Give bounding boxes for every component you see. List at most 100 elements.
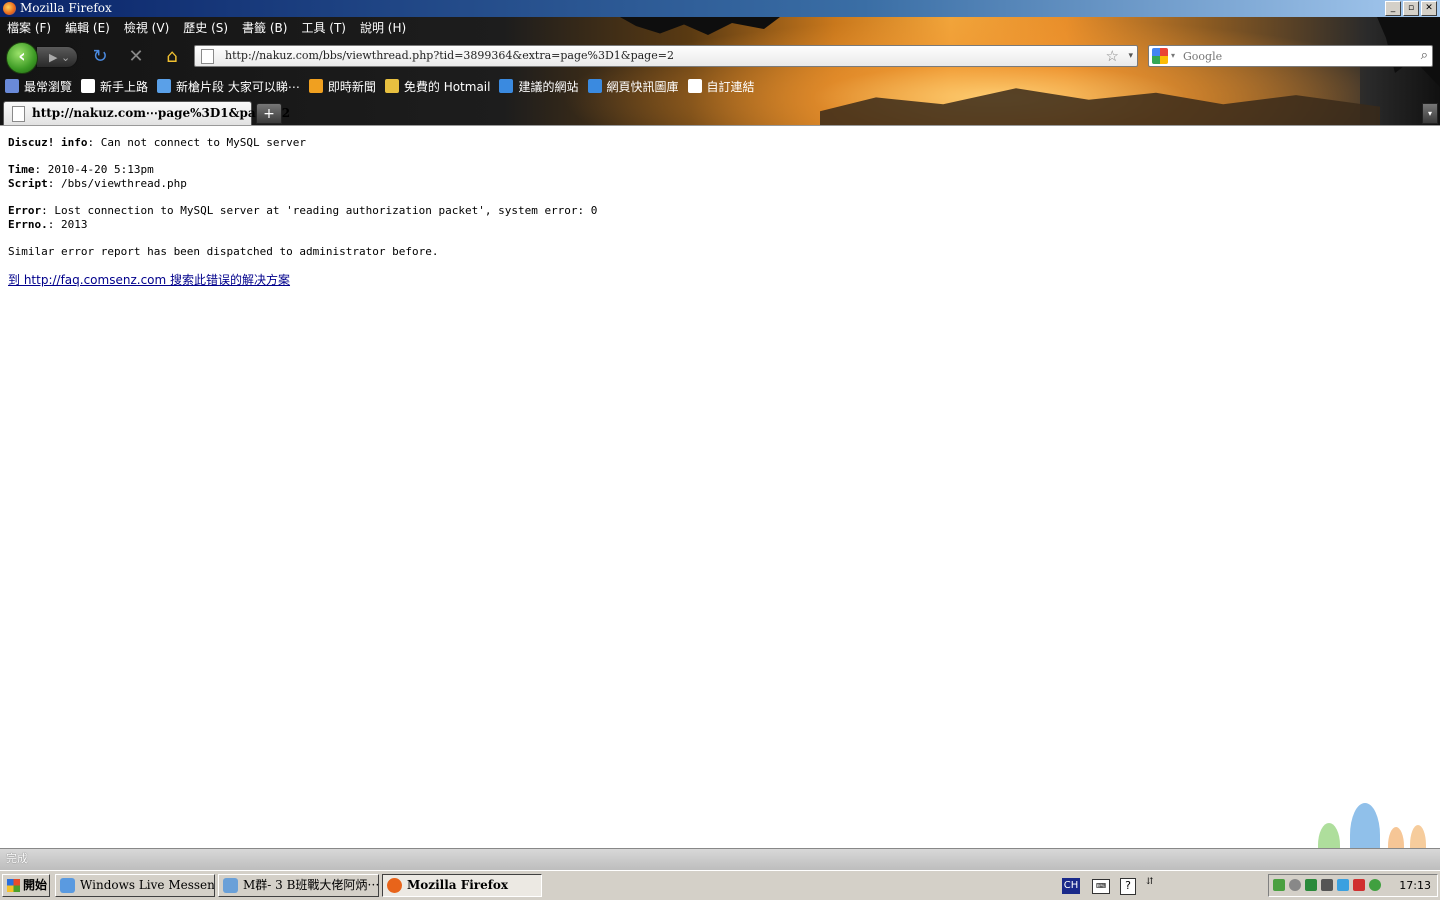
bookmark-suggested-sites[interactable]: 建議的網站 bbox=[499, 78, 579, 95]
tab-active[interactable]: http://nakuz.com⋯page%3D1&page=2 bbox=[3, 101, 290, 125]
firefox-icon bbox=[3, 2, 16, 15]
window-controls: _ ▫ ✕ bbox=[1385, 1, 1437, 16]
messenger-tray-icon[interactable] bbox=[1337, 879, 1349, 891]
bookmark-star-icon[interactable]: ☆ bbox=[1106, 46, 1119, 66]
menu-history[interactable]: 歷史 (S) bbox=[176, 17, 235, 39]
volume-icon[interactable] bbox=[1321, 879, 1333, 891]
bookmark-label: 建議的網站 bbox=[518, 79, 579, 94]
search-icon[interactable]: ⌕ bbox=[1421, 46, 1428, 66]
back-button[interactable]: ‹ bbox=[6, 42, 38, 74]
taskbar-item-label: Mozilla Firefox bbox=[407, 878, 509, 892]
error-line: Error: Lost connection to MySQL server a… bbox=[8, 204, 597, 217]
language-indicator[interactable]: CH bbox=[1062, 878, 1080, 894]
start-label: 開始 bbox=[23, 878, 48, 892]
new-tab-button[interactable]: + bbox=[256, 103, 282, 124]
bookmark-hotmail[interactable]: 免費的 Hotmail bbox=[384, 78, 491, 95]
windows-logo-icon bbox=[7, 879, 20, 892]
menu-edit[interactable]: 編輯 (E) bbox=[58, 17, 117, 39]
bookmark-label: 自訂連結 bbox=[706, 79, 755, 94]
messenger-icon bbox=[60, 878, 75, 893]
network-icon[interactable] bbox=[1273, 879, 1285, 891]
status-bar: 完成 bbox=[0, 848, 1440, 870]
menu-file[interactable]: 檔案 (F) bbox=[0, 17, 58, 39]
time-value: : 2010-4-20 5:13pm bbox=[34, 163, 154, 176]
url-dropdown-icon[interactable]: ▾ bbox=[1128, 46, 1133, 66]
reload-icon[interactable]: ↻ bbox=[88, 45, 112, 69]
dispatch-note: Similar error report has been dispatched… bbox=[8, 245, 439, 258]
url-text: http://nakuz.com/bbs/viewthread.php?tid=… bbox=[225, 49, 674, 62]
taskbar-item-label: M群- 3 B班戰大佬阿炳⋯ bbox=[243, 878, 379, 892]
url-bar[interactable]: http://nakuz.com/bbs/viewthread.php?tid=… bbox=[194, 45, 1138, 67]
time-line: Time: 2010-4-20 5:13pm bbox=[8, 163, 154, 176]
menu-bookmarks[interactable]: 書籤 (B) bbox=[235, 17, 294, 39]
search-input[interactable] bbox=[1183, 47, 1403, 65]
update-icon[interactable] bbox=[1289, 879, 1301, 891]
ie-icon bbox=[499, 79, 514, 93]
keyboard-icon[interactable]: ⌨ bbox=[1092, 879, 1110, 894]
forward-button[interactable]: ▶ ⌄ bbox=[36, 46, 78, 68]
home-icon[interactable]: ⌂ bbox=[160, 45, 184, 69]
page-icon bbox=[201, 49, 214, 64]
tray-options-icon[interactable]: ⇵ bbox=[1146, 877, 1154, 887]
tab-strip: http://nakuz.com⋯page%3D1&page=2 + ▾ bbox=[0, 99, 1440, 125]
errno-value: : 2013 bbox=[47, 218, 88, 231]
page-icon bbox=[12, 106, 25, 122]
link-icon bbox=[157, 79, 172, 93]
page-icon bbox=[81, 79, 96, 93]
ie-icon bbox=[587, 79, 602, 93]
menu-help[interactable]: 說明 (H) bbox=[353, 17, 413, 39]
title-bar: Mozilla Firefox _ ▫ ✕ bbox=[0, 0, 1440, 17]
taskbar-item-firefox[interactable]: Mozilla Firefox bbox=[382, 874, 542, 897]
bookmarks-toolbar: 最常瀏覽 新手上路 新槍片段 大家可以睇⋯ 即時新聞 免費的 Hotmail 建… bbox=[0, 75, 759, 97]
taskbar-item-label: Windows Live Messenger bbox=[80, 878, 215, 892]
system-tray: 17:13 bbox=[1268, 874, 1438, 897]
google-engine-icon[interactable] bbox=[1152, 48, 1168, 64]
taskbar-item-messenger[interactable]: Windows Live Messenger bbox=[55, 874, 215, 897]
menu-tools[interactable]: 工具 (T) bbox=[294, 17, 353, 39]
script-label: Script bbox=[8, 177, 48, 190]
error-value: : Lost connection to MySQL server at 're… bbox=[41, 204, 598, 217]
status-text: 完成 bbox=[6, 852, 28, 865]
script-line: Script: /bbs/viewthread.php bbox=[8, 177, 187, 190]
faq-link[interactable]: 到 http://faq.comsenz.com 搜索此错误的解决方案 bbox=[8, 273, 290, 287]
antivirus-icon[interactable] bbox=[1305, 879, 1317, 891]
minimize-button[interactable]: _ bbox=[1385, 1, 1401, 16]
tab-list-button[interactable]: ▾ bbox=[1422, 103, 1438, 124]
start-button[interactable]: 開始 bbox=[2, 874, 50, 897]
errno-label: Errno. bbox=[8, 218, 48, 231]
page-icon bbox=[687, 79, 702, 93]
clock[interactable]: 17:13 bbox=[1399, 875, 1431, 896]
script-value: : /bbs/viewthread.php bbox=[47, 177, 187, 190]
taskbar-item-chat[interactable]: M群- 3 B班戰大佬阿炳⋯ bbox=[218, 874, 379, 897]
menu-bar: 檔案 (F) 編輯 (E) 檢視 (V) 歷史 (S) 書籤 (B) 工具 (T… bbox=[0, 17, 413, 39]
bookmark-label: 新槍片段 大家可以睇⋯ bbox=[176, 79, 300, 94]
time-label: Time bbox=[8, 163, 35, 176]
bookmark-custom-links[interactable]: 自訂連結 bbox=[687, 78, 755, 95]
search-bar[interactable]: ▾ ⌕ bbox=[1148, 45, 1433, 67]
info-text: : Can not connect to MySQL server bbox=[87, 136, 307, 149]
bookmark-label: 網頁快訊圖庫 bbox=[606, 79, 679, 94]
windows-icon bbox=[384, 79, 399, 93]
restore-button[interactable]: ▫ bbox=[1403, 1, 1419, 16]
bookmark-getting-started[interactable]: 新手上路 bbox=[81, 78, 148, 95]
info-line: Discuz! info: Can not connect to MySQL s… bbox=[8, 136, 306, 149]
bookmark-news[interactable]: 即時新聞 bbox=[308, 78, 376, 95]
firefox-icon bbox=[387, 878, 402, 893]
errno-line: Errno.: 2013 bbox=[8, 218, 88, 231]
back-arrow-icon: ‹ bbox=[18, 46, 26, 67]
bookmark-new-clips[interactable]: 新槍片段 大家可以睇⋯ bbox=[157, 78, 300, 95]
help-icon[interactable]: ? bbox=[1120, 878, 1136, 895]
engine-dropdown-icon[interactable]: ▾ bbox=[1171, 46, 1175, 66]
close-button[interactable]: ✕ bbox=[1421, 1, 1437, 16]
window-title: Mozilla Firefox bbox=[20, 1, 112, 15]
bookmark-label: 免費的 Hotmail bbox=[403, 79, 491, 94]
taskbar: 開始 Windows Live Messenger M群- 3 B班戰大佬阿炳⋯… bbox=[0, 870, 1440, 900]
error-label: Error bbox=[8, 204, 42, 217]
sync-icon[interactable] bbox=[1369, 879, 1381, 891]
bookmark-web-slice-gallery[interactable]: 網頁快訊圖庫 bbox=[587, 78, 679, 95]
stop-icon[interactable]: ✕ bbox=[124, 45, 148, 69]
info-label: Discuz! info bbox=[8, 136, 88, 149]
alert-icon[interactable] bbox=[1353, 879, 1365, 891]
bookmark-most-visited[interactable]: 最常瀏覽 bbox=[5, 78, 72, 95]
menu-view[interactable]: 檢視 (V) bbox=[117, 17, 176, 39]
